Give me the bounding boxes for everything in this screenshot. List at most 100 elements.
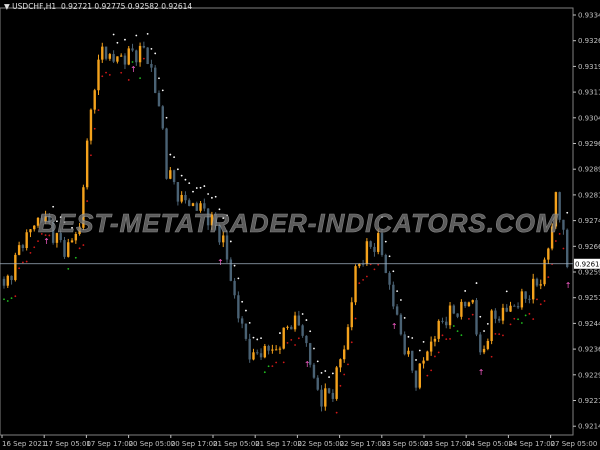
- candle-body: [418, 363, 421, 388]
- y-tick-label: 0.92515: [578, 294, 600, 302]
- candle-body: [460, 301, 463, 317]
- candle-body: [539, 284, 542, 286]
- stop-dot-below: [120, 71, 123, 74]
- stop-dot-above: [173, 156, 176, 159]
- candle-body: [373, 246, 376, 252]
- x-tick-label: 23 Sep 05:00: [382, 440, 429, 448]
- candle-body: [509, 305, 512, 312]
- candle-body: [513, 305, 516, 307]
- open-value: 0.92721: [60, 2, 92, 11]
- stop-dot-below: [33, 246, 36, 249]
- candle-body: [331, 392, 335, 399]
- stop-dot-above: [146, 32, 149, 35]
- stop-dot-below: [490, 355, 493, 358]
- stop-dot-below: [362, 278, 364, 281]
- candle-body: [150, 63, 153, 68]
- stop-dot-above: [388, 255, 391, 258]
- y-tick-label: 0.93340: [578, 12, 600, 20]
- candle-body: [259, 353, 263, 358]
- stop-dot-above: [233, 264, 236, 267]
- candle-body: [89, 109, 93, 141]
- candle-body: [482, 348, 486, 353]
- stop-dot-above: [309, 330, 312, 333]
- stop-dot-above: [184, 178, 187, 181]
- stop-dot-below: [441, 334, 444, 337]
- stop-dot-below: [82, 244, 85, 246]
- stop-dot-above: [422, 341, 425, 343]
- candle-body: [463, 301, 467, 307]
- y-tick-label: 0.92965: [578, 140, 600, 148]
- stop-dot-above: [211, 196, 213, 199]
- stop-dot-above: [176, 168, 179, 171]
- candle-body: [116, 56, 119, 62]
- candle-body: [104, 46, 108, 59]
- stop-dot-above: [169, 153, 172, 156]
- chart-title: ▼ USDCHF,H1 0.92721 0.92775 0.92582 0.92…: [4, 2, 192, 11]
- candle-body: [339, 359, 342, 368]
- candle-body: [388, 272, 391, 285]
- candle-body: [233, 280, 236, 296]
- candle-body: [21, 245, 25, 249]
- candle-body: [327, 388, 331, 393]
- stop-dot-below: [335, 411, 338, 414]
- stop-dot-below: [520, 322, 523, 324]
- candle-body: [267, 345, 270, 351]
- stop-dot-below: [339, 384, 342, 387]
- stop-dot-below: [74, 256, 77, 259]
- stop-dot-below: [558, 233, 561, 235]
- y-tick-label: 0.92290: [578, 371, 600, 379]
- stop-dot-above: [313, 347, 315, 350]
- stop-dot-below: [10, 297, 13, 300]
- candle-body: [248, 338, 251, 360]
- x-tick-label: 21 Sep 17:00: [255, 440, 302, 448]
- candle-body: [290, 326, 293, 330]
- candle-body: [543, 259, 546, 285]
- stop-dot-above: [116, 41, 119, 44]
- stop-dot-above: [316, 360, 319, 363]
- stop-dot-below: [282, 361, 285, 364]
- stop-dot-above: [415, 359, 417, 361]
- collapse-icon[interactable]: ▼: [4, 2, 10, 11]
- candle-body: [97, 59, 100, 91]
- candle-body: [566, 229, 569, 268]
- stop-dot-below: [460, 334, 463, 337]
- candle-body: [180, 194, 183, 202]
- stop-dot-below: [517, 318, 519, 321]
- stop-dot-below: [502, 334, 504, 337]
- stop-dot-below: [142, 57, 145, 60]
- candle-body: [301, 325, 304, 336]
- candle-body: [93, 90, 96, 110]
- candle-body: [308, 343, 312, 365]
- candle-body: [278, 348, 282, 350]
- candle-body: [85, 140, 89, 188]
- candle-body: [135, 50, 138, 63]
- signal-arrow: ↑: [130, 65, 137, 74]
- y-tick-label: 0.92440: [578, 320, 600, 328]
- stop-dot-below: [78, 247, 81, 250]
- candle-body: [244, 323, 248, 339]
- stop-dot-above: [214, 195, 217, 198]
- x-tick-label: 17 Sep 17:00: [86, 440, 133, 448]
- x-tick-label: 21 Sep 05:00: [213, 440, 260, 448]
- candle-body: [433, 338, 437, 342]
- stop-dot-below: [509, 323, 512, 326]
- stop-dot-above: [124, 38, 126, 41]
- stop-dot-below: [524, 314, 527, 317]
- stop-dot-above: [418, 349, 421, 352]
- stop-dot-above: [301, 313, 304, 315]
- stop-dot-above: [256, 338, 259, 341]
- stop-dot-below: [456, 330, 459, 333]
- stop-dot-above: [331, 372, 334, 375]
- candle-body: [2, 278, 6, 286]
- candle-body: [369, 241, 372, 247]
- stop-dot-below: [347, 363, 349, 366]
- stop-dot-below: [358, 282, 361, 285]
- candle-body: [154, 67, 157, 93]
- candle-body: [320, 389, 323, 407]
- candle-body: [501, 307, 505, 321]
- stop-dot-below: [263, 371, 266, 374]
- candle-body: [490, 310, 493, 341]
- candle-body: [448, 305, 452, 326]
- stop-dot-below: [294, 344, 296, 346]
- stop-dot-above: [229, 240, 232, 243]
